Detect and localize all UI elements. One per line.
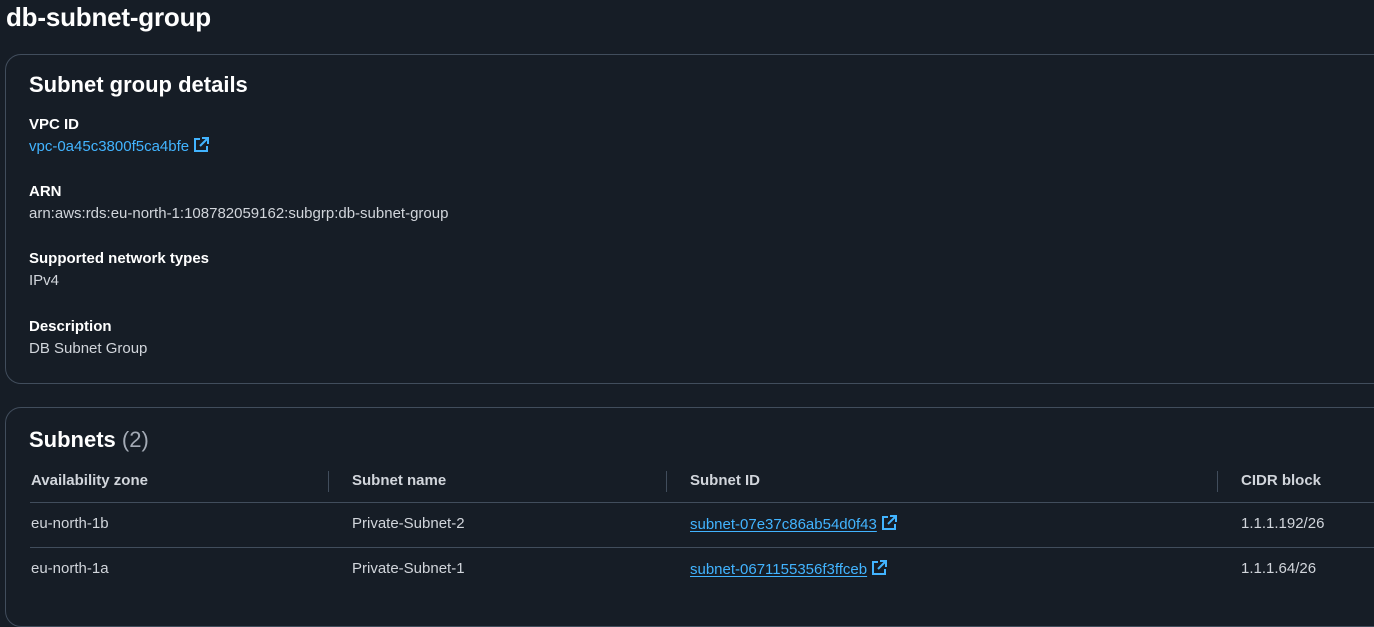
description-field: Description DB Subnet Group <box>29 317 147 360</box>
page-title: db-subnet-group <box>6 2 211 32</box>
arn-field: ARN arn:aws:rds:eu-north-1:108782059162:… <box>29 182 448 225</box>
cell-subnet-id: subnet-07e37c86ab54d0f43 <box>690 515 897 533</box>
external-link-icon[interactable] <box>871 560 888 576</box>
arn-value: arn:aws:rds:eu-north-1:108782059162:subg… <box>29 205 449 222</box>
subnet-id-value: subnet-0671155356f3ffceb <box>690 561 868 578</box>
cell-availability-zone: eu-north-1b <box>31 515 109 532</box>
column-header-availability-zone[interactable]: Availability zone <box>31 472 148 489</box>
column-header-cidr-block[interactable]: CIDR block <box>1241 472 1321 489</box>
cell-subnet-name: Private-Subnet-1 <box>352 560 465 577</box>
column-header-subnet-name[interactable]: Subnet name <box>352 472 446 489</box>
vpc-id-link[interactable]: vpc-0a45c3800f5ca4bfe <box>29 137 210 155</box>
subnet-id-link[interactable]: subnet-0671155356f3ffceb <box>690 561 867 578</box>
arn-label: ARN <box>29 183 62 200</box>
cell-subnet-id: subnet-0671155356f3ffceb <box>690 560 888 578</box>
subnets-count: (2) <box>121 427 149 452</box>
subnet-id-link[interactable]: subnet-07e37c86ab54d0f43 <box>690 516 877 533</box>
column-resize-handle[interactable] <box>1217 471 1218 492</box>
table-header-divider <box>30 502 1374 503</box>
subnet-group-details-card: Subnet group details VPC ID vpc-0a45c380… <box>5 54 1374 384</box>
external-link-icon[interactable] <box>881 515 897 531</box>
subnets-title-text: Subnets <box>29 427 116 452</box>
cell-cidr-block: 1.1.1.192/26 <box>1241 515 1325 532</box>
description-label: Description <box>29 318 112 335</box>
column-header-subnet-id[interactable]: Subnet ID <box>690 472 760 489</box>
network-types-label: Supported network types <box>29 250 210 267</box>
network-types-field: Supported network types IPv4 <box>29 249 209 292</box>
vpc-id-value: vpc-0a45c3800f5ca4bfe <box>29 138 190 155</box>
vpc-id-label: VPC ID <box>29 116 80 133</box>
details-title: Subnet group details <box>29 72 248 97</box>
description-value: DB Subnet Group <box>29 340 148 357</box>
vpc-id-field: VPC ID vpc-0a45c3800f5ca4bfe <box>29 115 210 158</box>
cell-cidr-block: 1.1.1.64/26 <box>1241 560 1317 577</box>
column-resize-handle[interactable] <box>328 471 329 492</box>
subnet-id-value: subnet-07e37c86ab54d0f43 <box>690 516 877 533</box>
table-row-divider <box>30 547 1374 548</box>
column-resize-handle[interactable] <box>666 471 667 492</box>
cell-availability-zone: eu-north-1a <box>31 560 109 577</box>
subnets-title: Subnets (2) <box>29 427 149 453</box>
cell-subnet-name: Private-Subnet-2 <box>352 515 465 532</box>
external-link-icon <box>194 137 210 152</box>
network-types-value: IPv4 <box>29 272 60 289</box>
